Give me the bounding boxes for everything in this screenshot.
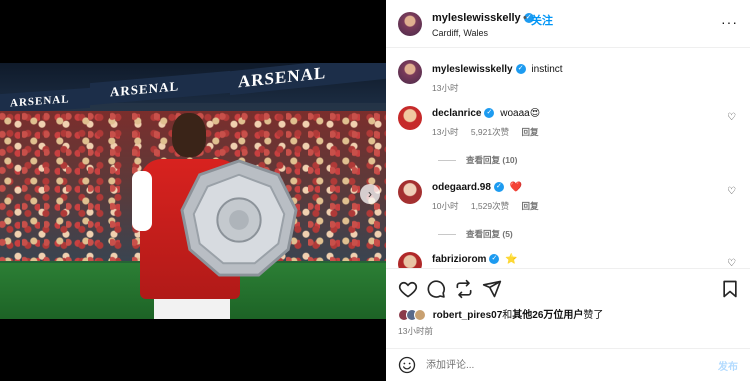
commenter-avatar[interactable] <box>398 180 422 204</box>
comment-time: 10小时 <box>432 201 459 211</box>
caption-username[interactable]: myleslewisskelly <box>432 64 513 75</box>
separator-dot: • <box>523 12 527 24</box>
caption-time: 13小时 <box>432 83 459 93</box>
liker-username[interactable]: robert_pires07 <box>433 310 502 321</box>
heart-icon[interactable]: ♡ <box>727 186 736 197</box>
comment-username[interactable]: declanrice <box>432 108 481 119</box>
author-avatar[interactable] <box>398 60 422 84</box>
caption-meta: 13小时 <box>432 82 468 94</box>
likes-suffix: 赞了 <box>583 310 604 321</box>
comment-body: woaaa😍 <box>500 108 541 119</box>
author-username-text[interactable]: myleslewisskelly <box>432 12 521 24</box>
comment-text: declanrice ✓ woaaa😍 <box>432 108 540 119</box>
reply-button[interactable]: 回复 <box>522 201 539 211</box>
bookmark-icon[interactable] <box>720 279 740 299</box>
post-caption: myleslewisskelly ✓ instinct 13小时 <box>398 60 738 96</box>
comment-text: odegaard.98 ✓ ❤️ <box>432 182 522 193</box>
author-username[interactable]: myleslewisskelly ✓ <box>432 12 534 24</box>
verified-icon: ✓ <box>484 108 495 119</box>
player-sleeve <box>132 171 152 231</box>
commenter-avatar[interactable] <box>398 106 422 130</box>
caption-body: instinct <box>531 64 563 75</box>
reply-button[interactable]: 回复 <box>522 127 539 137</box>
emoji-icon[interactable] <box>398 356 416 374</box>
post-comment-button[interactable]: 发布 <box>718 358 738 373</box>
player-shorts <box>154 299 230 319</box>
post-timestamp[interactable]: 13小时前 <box>398 325 433 337</box>
commenter-avatar[interactable] <box>398 252 422 268</box>
carousel-next-button[interactable]: › <box>360 184 380 204</box>
likes-summary: robert_pires07和其他26万位用户赞了 <box>398 306 604 322</box>
post-actions-bar <box>386 268 750 308</box>
community-shield-trophy <box>180 159 298 281</box>
comment-meta: 10小时 1,529次赞 回复 <box>432 200 549 212</box>
comment-item: declanrice ✓ woaaa😍 13小时 5,921次赞 回复 ♡ <box>398 106 738 146</box>
comment-likes[interactable]: 1,529次赞 <box>471 201 509 211</box>
comment-input[interactable] <box>426 357 686 373</box>
comment-time: 13小时 <box>432 127 459 137</box>
caption-text: myleslewisskelly ✓ instinct <box>432 64 563 75</box>
likes-connector: 和 <box>502 310 513 321</box>
liker-avatar <box>414 309 426 322</box>
share-icon[interactable] <box>482 279 502 299</box>
post-details-panel: myleslewisskelly ✓ • 关注 Cardiff, Wales ··… <box>386 0 750 381</box>
comment-item: fabriziorom ✓ ⭐ ♡ <box>398 252 738 268</box>
comment-text: fabriziorom ✓ ⭐ <box>432 254 518 265</box>
comment-icon[interactable] <box>426 279 446 299</box>
post-location[interactable]: Cardiff, Wales <box>432 28 488 38</box>
comment-body: ⭐ <box>505 254 518 265</box>
player-head <box>172 113 206 157</box>
post-photo[interactable]: ARSENAL ARSENAL ARSENAL › <box>0 63 386 319</box>
repost-icon[interactable] <box>454 279 474 299</box>
comment-username[interactable]: odegaard.98 <box>432 182 491 193</box>
likes-others[interactable]: 其他26万位用户 <box>512 310 583 321</box>
comment-username[interactable]: fabriziorom <box>432 254 486 265</box>
verified-icon: ✓ <box>489 254 500 265</box>
post-media-panel: ARSENAL ARSENAL ARSENAL › <box>0 0 386 381</box>
post-header: myleslewisskelly ✓ • 关注 Cardiff, Wales ··… <box>386 0 750 48</box>
heart-icon[interactable] <box>398 279 418 299</box>
heart-icon[interactable]: ♡ <box>727 112 736 123</box>
more-icon[interactable]: ··· <box>721 14 738 30</box>
comment-meta: 13小时 5,921次赞 回复 <box>432 126 549 138</box>
view-replies-button[interactable]: 查看回复 (10) <box>438 154 517 166</box>
view-replies-button[interactable]: 查看回复 (5) <box>438 228 513 240</box>
verified-icon: ✓ <box>515 64 526 75</box>
comment-item: odegaard.98 ✓ ❤️ 10小时 1,529次赞 回复 ♡ <box>398 180 738 220</box>
follow-button[interactable]: 关注 <box>531 12 553 28</box>
comment-likes[interactable]: 5,921次赞 <box>471 127 509 137</box>
comment-composer: 发布 <box>386 348 750 381</box>
verified-icon: ✓ <box>493 182 504 193</box>
author-avatar[interactable] <box>398 12 422 36</box>
heart-icon[interactable]: ♡ <box>727 258 736 268</box>
comment-body: ❤️ <box>509 182 523 193</box>
